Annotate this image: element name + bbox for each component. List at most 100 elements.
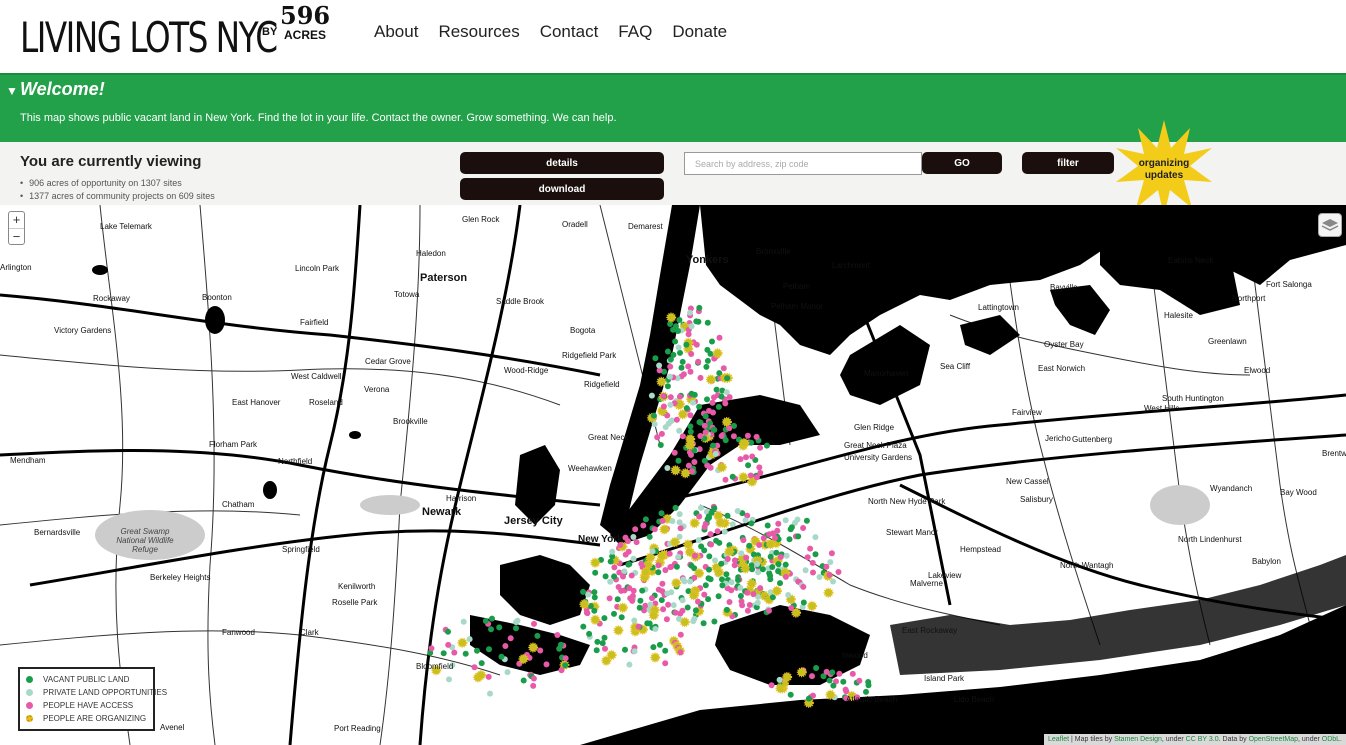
- site-dot: [599, 640, 606, 647]
- site-dot: [696, 513, 703, 520]
- site-dot: [614, 596, 621, 603]
- site-dot: [654, 434, 661, 441]
- site-dot: [671, 578, 682, 589]
- place-label: Brookville: [393, 417, 428, 426]
- filter-button[interactable]: filter: [1022, 152, 1114, 174]
- nav-faq[interactable]: FAQ: [618, 22, 652, 42]
- osm-link[interactable]: OpenStreetMap: [1249, 736, 1298, 743]
- nav-contact[interactable]: Contact: [540, 22, 599, 42]
- site-dot: [712, 450, 719, 457]
- main-nav: About Resources Contact FAQ Donate: [374, 22, 727, 42]
- site-dot: [659, 580, 666, 587]
- site-dot: [602, 645, 608, 652]
- site-dot: [693, 318, 700, 325]
- nav-about[interactable]: About: [374, 22, 418, 42]
- site-dot: [757, 444, 764, 451]
- site-dot: [648, 392, 655, 399]
- go-button[interactable]: GO: [922, 152, 1002, 174]
- place-label: Paterson: [420, 272, 468, 284]
- zoom-in-button[interactable]: +: [9, 212, 24, 228]
- site-dot: [507, 635, 514, 642]
- site-dot: [687, 309, 693, 316]
- site-dot: [744, 589, 751, 596]
- site-dot: [620, 573, 626, 580]
- site-dot: [783, 552, 790, 559]
- site-dot: [601, 634, 608, 641]
- search-input[interactable]: [684, 152, 922, 175]
- zoom-out-button[interactable]: −: [9, 228, 24, 244]
- site-dot: [667, 394, 674, 401]
- site-dot: [485, 673, 492, 680]
- site-dot: [460, 618, 467, 625]
- place-label: Harrison: [446, 494, 477, 503]
- site-dot: [782, 517, 789, 524]
- site-dot: [775, 568, 782, 575]
- leaflet-link[interactable]: Leaflet: [1048, 736, 1069, 743]
- place-label: Eatons Neck: [1168, 256, 1214, 265]
- site-dot: [788, 605, 795, 611]
- site-dot: [613, 625, 624, 636]
- site-dot: [702, 582, 709, 589]
- site-dot: [756, 542, 763, 548]
- site-dot: [557, 641, 564, 648]
- site-dot: [800, 583, 807, 590]
- map-legend: VACANT PUBLIC LAND PRIVATE LAND OPPORTUN…: [18, 667, 167, 731]
- site-dot: [679, 607, 686, 614]
- place-label: Clark: [300, 628, 319, 637]
- site-dot: [687, 412, 694, 419]
- site-dot: [724, 546, 735, 557]
- place-label: Newark: [422, 506, 462, 518]
- triangle-down-icon[interactable]: ▼: [6, 84, 18, 98]
- layers-icon[interactable]: [1318, 213, 1342, 237]
- site-dot: [645, 552, 656, 563]
- place-label: Great Neck: [588, 433, 629, 442]
- site-dot: [656, 551, 667, 562]
- site-dot: [478, 660, 485, 667]
- download-button[interactable]: download: [460, 178, 664, 200]
- site-dot: [714, 528, 721, 535]
- site-dot: [602, 573, 609, 580]
- site-dot: [782, 573, 789, 580]
- ccby-link[interactable]: CC BY 3.0: [1186, 736, 1219, 743]
- site-dot: [701, 422, 708, 429]
- site-dot: [607, 578, 614, 585]
- place-label: Bayville: [1050, 283, 1078, 292]
- pink-dot-icon: [26, 702, 33, 709]
- odbl-link[interactable]: ODbL.: [1322, 736, 1342, 743]
- site-dot: [722, 476, 729, 483]
- site-dot: [726, 425, 733, 432]
- site-dot: [688, 590, 699, 601]
- site-dot: [835, 569, 842, 575]
- site-dot: [723, 571, 730, 578]
- site-dot: [746, 542, 753, 549]
- site-dot: [601, 655, 612, 666]
- site-dot: [651, 526, 658, 533]
- site-dot: [440, 650, 447, 657]
- welcome-title[interactable]: Welcome!: [20, 79, 105, 100]
- site-dot: [702, 429, 709, 436]
- place-label: North New Hyde Park: [868, 497, 946, 506]
- site-dot: [631, 648, 638, 655]
- site-dot: [635, 623, 642, 630]
- site-dot: [606, 595, 613, 602]
- site-dot: [637, 597, 644, 604]
- stamen-link[interactable]: Stamen Design: [1114, 736, 1162, 743]
- place-label: Mendham: [10, 456, 46, 465]
- light-dot-icon: [26, 689, 33, 696]
- site-dot: [713, 386, 720, 393]
- map[interactable]: Glen Rock Oradell Demarest Lake Telemark Hal…: [0, 205, 1346, 745]
- site-dot: [650, 412, 657, 419]
- site-dot: [666, 550, 673, 557]
- site-dot: [656, 376, 667, 387]
- organizing-updates-label[interactable]: organizing updates: [1126, 158, 1202, 182]
- nav-donate[interactable]: Donate: [672, 22, 727, 42]
- site-dot: [590, 614, 601, 625]
- place-label: North Wantagh: [1060, 561, 1114, 570]
- details-button[interactable]: details: [460, 152, 664, 174]
- legend-item-organizing: PEOPLE ARE ORGANIZING: [26, 712, 153, 725]
- site-dot: [749, 453, 756, 460]
- nav-resources[interactable]: Resources: [438, 22, 519, 42]
- site-dot: [586, 630, 593, 637]
- place-label: East Rockaway: [902, 626, 958, 635]
- place-label: Atlantic Beach: [846, 695, 898, 704]
